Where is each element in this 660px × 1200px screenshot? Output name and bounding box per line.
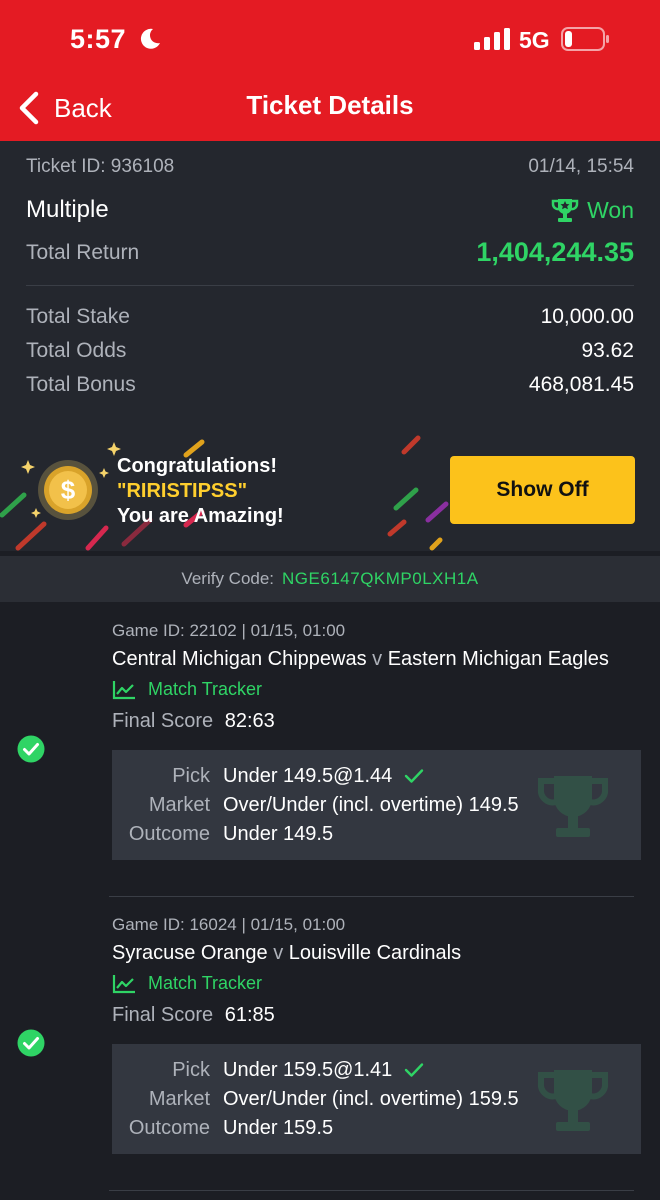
game-meta: Game ID: 16024 | 01/15, 01:00 (112, 915, 346, 934)
battery-icon (561, 27, 609, 51)
verify-code-value[interactable]: NGE6147QKMP0LXH1A (282, 569, 479, 589)
promo-message: Congratulations! "RIRISTIPSS" You are Am… (117, 454, 284, 529)
match-tracker-link[interactable]: Match Tracker (112, 973, 262, 994)
game-meta: Game ID: 22102 | 01/15, 01:00 (112, 621, 346, 640)
market-row: Market Over/Under (incl. overtime) 159.5 (112, 1085, 519, 1113)
trophy-watermark-icon (537, 1070, 609, 1131)
final-score: Final Score 61:85 (112, 1004, 275, 1027)
pick-value: Under 149.5@1.44 (223, 764, 393, 787)
total-stake-label: Total Stake (26, 305, 130, 328)
total-stake-row: Total Stake 10,000.00 (26, 305, 634, 329)
checkmark-icon (405, 769, 424, 783)
outcome-value: Under 149.5 (223, 822, 334, 845)
versus-label: v (273, 942, 284, 964)
market-row: Market Over/Under (incl. overtime) 149.5 (112, 791, 519, 819)
match-tracker-label: Match Tracker (148, 973, 263, 993)
home-team: Central Michigan Chippewas (112, 648, 367, 670)
status-badge: Won (551, 197, 634, 224)
pick-row: Pick Under 149.5@1.44 (112, 762, 424, 790)
network-label: 5G (519, 27, 550, 53)
total-bonus-value: 468,081.45 (528, 373, 634, 396)
page-title: Ticket Details (246, 90, 414, 120)
total-return-value: 1,404,244.35 (476, 237, 634, 267)
ticket-meta-row: Ticket ID: 936108 01/14, 15:54 (26, 156, 634, 178)
clock: 5:57 (70, 24, 127, 54)
outcome-row: Outcome Under 159.5 (112, 1114, 333, 1142)
match-tracker-label: Match Tracker (148, 679, 263, 699)
svg-text:$: $ (61, 475, 76, 505)
final-score-value: 82:63 (224, 710, 275, 732)
outcome-row: Outcome Under 149.5 (112, 820, 333, 848)
status-bar: 5:57 5G (0, 0, 660, 80)
market-value: Over/Under (incl. overtime) 159.5 (223, 1087, 519, 1110)
pick-label: Pick (172, 1058, 210, 1081)
outcome-value: Under 159.5 (223, 1116, 334, 1139)
final-score-value: 61:85 (224, 1004, 275, 1026)
total-stake-value: 10,000.00 (540, 305, 634, 328)
total-bonus-label: Total Bonus (26, 373, 136, 396)
total-bonus-row: Total Bonus 468,081.45 (26, 373, 634, 397)
promo-line-1: Congratulations! (117, 455, 277, 477)
moon-icon (140, 28, 160, 49)
market-value: Over/Under (incl. overtime) 149.5 (223, 793, 519, 816)
total-odds-row: Total Odds 93.62 (26, 339, 634, 363)
selection-card: Game ID: 16024 | 01/15, 01:00 Syracuse O… (0, 896, 660, 1191)
promo-username: "RIRISTIPSS" (117, 480, 248, 502)
check-circle-icon (17, 1029, 45, 1057)
check-circle-icon (17, 735, 45, 763)
total-return-row: Total Return 1,404,244.35 (26, 237, 634, 268)
final-score-label: Final Score (112, 1004, 214, 1026)
final-score: Final Score 82:63 (112, 710, 275, 733)
market-label: Market (148, 793, 210, 816)
ticket-datetime: 01/14, 15:54 (528, 156, 634, 177)
coin-icon: $ (38, 460, 98, 520)
bet-type-row: Multiple Won (26, 196, 634, 224)
versus-label: v (372, 648, 383, 670)
match-name: Syracuse Orange v Louisville Cardinals (112, 942, 642, 965)
final-score-label: Final Score (112, 710, 214, 732)
away-team: Louisville Cardinals (288, 942, 462, 964)
away-team: Eastern Michigan Eagles (387, 648, 609, 670)
pick-details: Pick Under 149.5@1.44 Market Over/Under … (112, 750, 641, 860)
pick-details: Pick Under 159.5@1.41 Market Over/Under … (112, 1044, 641, 1154)
divider (109, 1190, 634, 1191)
match-name: Central Michigan Chippewas v Eastern Mic… (112, 648, 642, 671)
status-label: Won (587, 196, 634, 223)
outcome-label: Outcome (128, 822, 210, 845)
app-header: 5:57 5G Back Ticket Details (0, 0, 660, 141)
selection-card: Game ID: 22102 | 01/15, 01:00 Central Mi… (0, 602, 660, 897)
market-label: Market (148, 1087, 210, 1110)
chart-icon (112, 680, 135, 699)
pick-label: Pick (172, 764, 210, 787)
trophy-watermark-icon (537, 776, 609, 837)
trophy-icon (551, 199, 579, 222)
signal-icon (474, 28, 510, 50)
chart-icon (112, 974, 135, 993)
show-off-button[interactable]: Show Off (450, 456, 635, 524)
total-return-label: Total Return (26, 240, 140, 264)
checkmark-icon (405, 1063, 424, 1077)
bet-type: Multiple (26, 196, 109, 223)
match-tracker-link[interactable]: Match Tracker (112, 679, 262, 700)
total-odds-value: 93.62 (581, 339, 634, 362)
ticket-id: Ticket ID: 936108 (26, 156, 175, 177)
promo-banner: $ Congratulations! "RIRISTIPSS" You are … (0, 430, 660, 551)
divider (26, 285, 634, 286)
home-team: Syracuse Orange (112, 942, 268, 964)
promo-line-3: You are Amazing! (117, 505, 284, 527)
verify-code-label: Verify Code: (181, 569, 275, 588)
pick-row: Pick Under 159.5@1.41 (112, 1056, 424, 1084)
pick-value: Under 159.5@1.41 (223, 1058, 393, 1081)
outcome-label: Outcome (128, 1116, 210, 1139)
total-odds-label: Total Odds (26, 339, 127, 362)
verify-code-bar: Verify Code: NGE6147QKMP0LXH1A (0, 556, 660, 602)
